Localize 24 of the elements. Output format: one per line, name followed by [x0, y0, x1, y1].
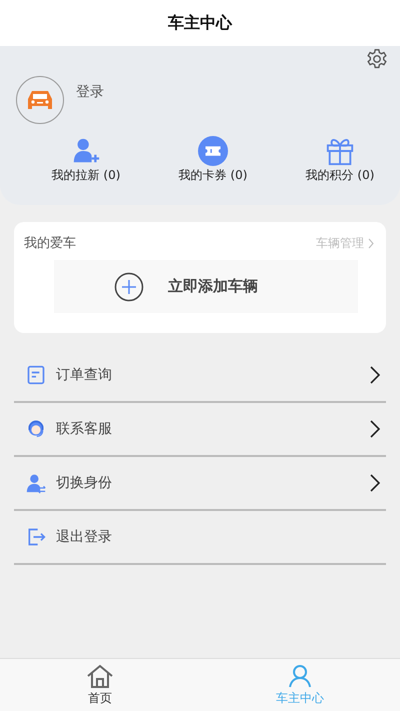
menu-item[interactable]: 订单查询 [14, 349, 386, 403]
page-title: 车主中心 [168, 12, 232, 34]
document-icon [26, 364, 46, 386]
card-title: 我的爱车 [24, 235, 76, 252]
menu-item[interactable]: 联系客服 [14, 403, 386, 457]
user-switch-icon [26, 472, 46, 494]
stat-button[interactable]: 我的积分 (0) [290, 136, 390, 184]
ticket-icon [198, 136, 228, 166]
gift-icon [325, 136, 355, 166]
logout-icon [26, 526, 46, 548]
settings-icon[interactable] [366, 48, 388, 70]
headset-icon [26, 418, 46, 440]
chevron-right-icon [368, 238, 374, 248]
plus-circle-icon [114, 272, 144, 302]
user-icon [286, 664, 314, 688]
menu-item[interactable]: 切换身份 [14, 457, 386, 511]
menu-item[interactable]: 退出登录 [14, 511, 386, 565]
avatar[interactable] [16, 76, 64, 124]
stat-button[interactable]: 我的拉新 (0) [36, 136, 136, 184]
home-icon [86, 664, 114, 688]
login-link[interactable]: 登录 [76, 83, 104, 101]
add-vehicle-button[interactable]: 立即添加车辆 [54, 260, 358, 313]
nav-tab[interactable]: 首页 [0, 659, 200, 711]
stat-button[interactable]: 我的卡券 (0) [163, 136, 263, 184]
